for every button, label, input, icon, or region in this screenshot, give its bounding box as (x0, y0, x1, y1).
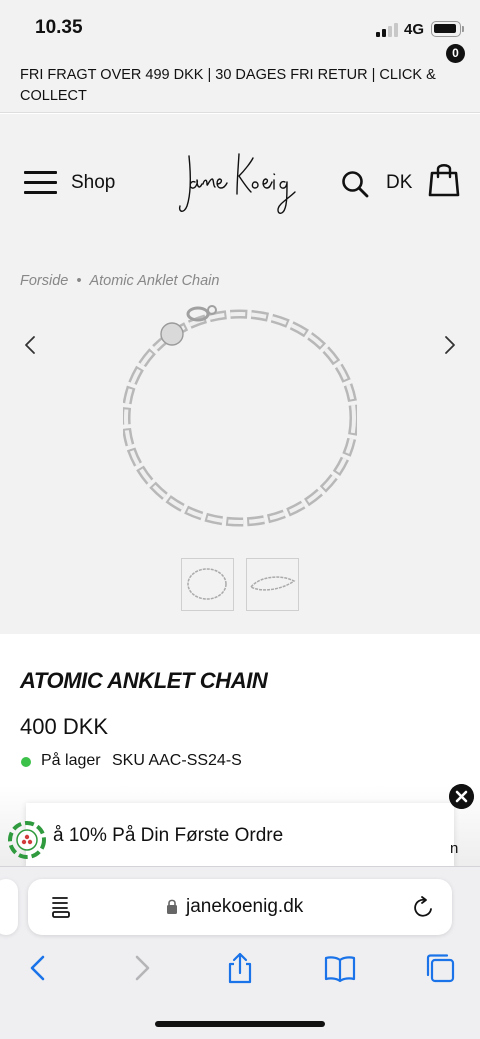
language-selector[interactable]: DK (386, 172, 412, 194)
breadcrumb: Forside • Atomic Anklet Chain (20, 273, 219, 289)
battery-icon (431, 21, 461, 37)
product-price: 400 DKK (20, 714, 109, 739)
lock-icon (167, 899, 177, 914)
shopping-bag-icon[interactable] (428, 158, 464, 198)
product-image[interactable] (118, 302, 362, 532)
breadcrumb-current: Atomic Anklet Chain (89, 273, 220, 289)
home-indicator[interactable] (155, 1021, 325, 1027)
reader-icon[interactable] (50, 895, 72, 919)
forward-icon[interactable] (124, 951, 158, 985)
chevron-right-icon[interactable] (438, 334, 460, 356)
site-header: Shop DK Forside • Atomic Anklet Chain (0, 114, 480, 634)
search-icon[interactable] (340, 169, 370, 199)
thumbnail-2[interactable] (246, 558, 299, 611)
signal-icon (376, 23, 398, 37)
discount-text-tail: n (450, 840, 459, 857)
tabs-icon[interactable] (423, 951, 457, 985)
shop-link[interactable]: Shop (71, 172, 115, 194)
stock-indicator (21, 757, 31, 767)
url-text[interactable]: janekoenig.dk (186, 896, 303, 918)
promo-banner: FRI FRAGT OVER 499 DKK | 30 DAGES FRI RE… (0, 56, 480, 113)
cart-count-badge[interactable]: 0 (446, 44, 465, 63)
thumbnail-1[interactable] (181, 558, 234, 611)
close-icon[interactable] (449, 784, 474, 809)
chevron-left-icon[interactable] (20, 334, 42, 356)
status-time: 10.35 (35, 17, 83, 38)
discount-text[interactable]: å 10% På Din Første Ordre (53, 825, 283, 847)
product-title: ATOMIC ANKLET CHAIN (20, 668, 268, 693)
status-bar: 10.35 4G (0, 0, 480, 56)
rewards-badge-icon[interactable] (7, 820, 47, 860)
network-label: 4G (404, 21, 425, 38)
menu-icon[interactable] (24, 170, 57, 196)
reload-icon[interactable] (413, 895, 435, 919)
product-sku: SKU AAC-SS24-S (112, 752, 242, 769)
stock-status: På lager (41, 752, 101, 769)
back-icon[interactable] (22, 951, 56, 985)
previous-tab-preview[interactable] (0, 879, 18, 935)
bookmarks-icon[interactable] (323, 951, 357, 985)
share-icon[interactable] (223, 951, 257, 985)
breadcrumb-home[interactable]: Forside (20, 273, 68, 289)
brand-logo[interactable] (175, 146, 305, 218)
breadcrumb-separator: • (76, 273, 82, 289)
